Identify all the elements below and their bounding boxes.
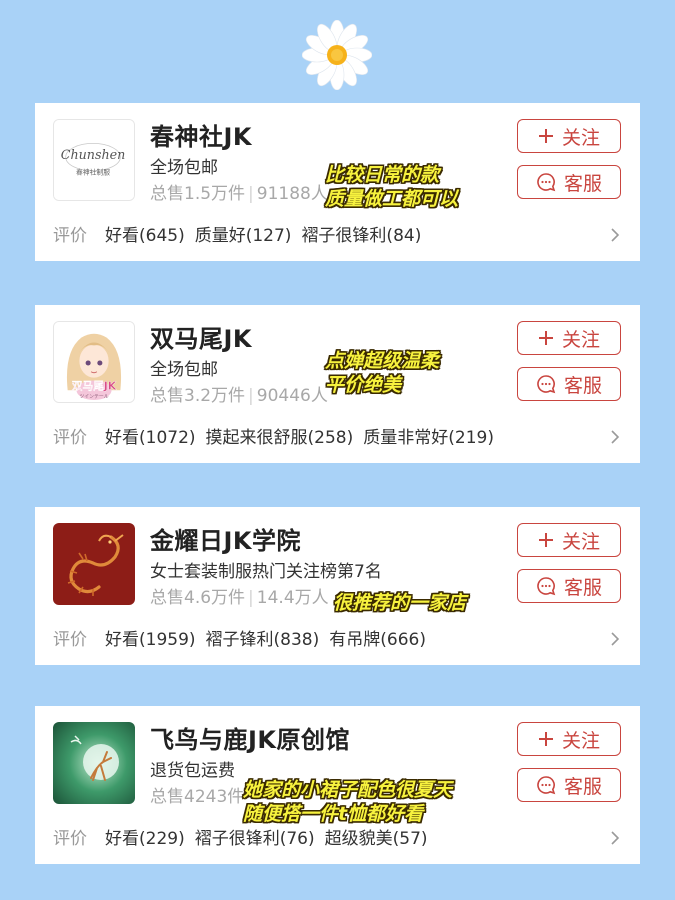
sales-count: 总售3.2万件 [150,386,246,406]
customer-service-button[interactable]: 客服 [517,367,621,401]
service-label: 客服 [563,775,602,798]
review-tag: 好看(645) [105,226,185,246]
follow-button[interactable]: 关注 [517,523,621,557]
follow-label: 关注 [561,126,600,149]
review-tag: 质量好(127) [194,226,292,246]
service-label: 客服 [563,172,602,195]
review-tags[interactable]: 评价 好看(229) 褶子很锋利(76) 超级貌美(57) [53,824,620,849]
shop-logo[interactable] [53,722,135,804]
shop-subtitle: 女士套装制服热门关注榜第7名 [150,562,382,582]
review-tag: 质量非常好(219) [363,428,494,448]
review-tag: 褶子很锋利(84) [301,226,422,246]
review-tags[interactable]: 评价 好看(645) 质量好(127) 褶子很锋利(84) [53,221,620,246]
sales-count: 总售4.6万件 [150,588,246,608]
follow-label: 关注 [561,328,600,351]
shop-card[interactable]: Chunshen 春神社制服 春神社JK 全场包邮 总售1.5万件 | 91188人… [35,103,640,261]
shop-logo[interactable]: Chunshen 春神社制服 [53,119,135,201]
daisy-icon [301,19,373,91]
logo-text-sub: ツインテール [79,394,108,400]
plus-icon [538,532,554,548]
logo-text-main: Chunshen [61,147,126,162]
fans-count: 91188人 [256,184,328,204]
review-tag: 有吊牌(666) [329,630,426,650]
shop-stats: 总售1.5万件 | 91188人 [150,184,328,204]
follow-button[interactable]: 关注 [517,119,621,153]
plus-icon [538,128,554,144]
chat-bubble-icon [536,576,556,596]
shop-name[interactable]: 春神社JK [150,117,252,152]
review-label: 评价 [53,829,87,849]
follow-button[interactable]: 关注 [517,321,621,355]
shop-subtitle: 全场包邮 [150,158,218,178]
chevron-right-icon[interactable] [610,429,620,445]
shop-logo[interactable]: 双马尾JK ツインテール [53,321,135,403]
customer-service-button[interactable]: 客服 [517,768,621,802]
chevron-right-icon[interactable] [610,830,620,846]
shop-card[interactable]: 金耀日JK学院 女士套装制服热门关注榜第7名 总售4.6万件 | 14.4万人 关注… [35,507,640,665]
customer-service-button[interactable]: 客服 [517,569,621,603]
chevron-right-icon[interactable] [610,227,620,243]
review-tags[interactable]: 评价 好看(1072) 摸起来很舒服(258) 质量非常好(219) [53,423,620,448]
annotation-note: 比较日常的款 质量做工都可以 [325,164,459,210]
plus-icon [538,330,554,346]
review-tag: 褶子很锋利(76) [194,829,315,849]
follow-label: 关注 [561,729,600,752]
review-tag: 好看(1072) [105,428,196,448]
review-tag: 超级貌美(57) [324,829,428,849]
review-tags[interactable]: 评价 好看(1959) 褶子锋利(838) 有吊牌(666) [53,625,620,650]
fans-count: 90446人 [256,386,328,406]
review-tag: 好看(229) [105,829,185,849]
logo-text-main: 双马尾JK [71,379,117,392]
shop-subtitle: 全场包邮 [150,360,218,380]
chat-bubble-icon [536,775,556,795]
review-label: 评价 [53,226,87,246]
follow-label: 关注 [561,530,600,553]
review-label: 评价 [53,630,87,650]
shop-subtitle: 退货包运费 [150,761,235,781]
chevron-right-icon[interactable] [610,631,620,647]
shop-name[interactable]: 双马尾JK [150,319,252,354]
chat-bubble-icon [536,172,556,192]
shop-name[interactable]: 飞鸟与鹿JK原创馆 [150,720,350,755]
sales-count: 总售1.5万件 [150,184,246,204]
review-tag: 褶子锋利(838) [205,630,320,650]
shop-stats: 总售4.6万件 | 14.4万人 [150,588,329,608]
service-label: 客服 [563,374,602,397]
sales-count: 总售4243件 [150,787,245,807]
review-tag: 好看(1959) [105,630,196,650]
shop-name[interactable]: 金耀日JK学院 [150,521,301,556]
annotation-note: 很推荐的一家店 [333,592,467,614]
chat-bubble-icon [536,374,556,394]
annotation-note: 点婵超级温柔 平价绝美 [325,350,440,396]
service-label: 客服 [563,576,602,599]
shop-stats: 总售3.2万件 | 90446人 [150,386,328,406]
plus-icon [538,731,554,747]
shop-card[interactable]: 双马尾JK ツインテール 双马尾JK 全场包邮 总售3.2万件 | 90446人 关… [35,305,640,463]
shop-card[interactable]: 飞鸟与鹿JK原创馆 退货包运费 总售4243件 关注 客服 评价 好看(229) 褶… [35,706,640,864]
customer-service-button[interactable]: 客服 [517,165,621,199]
fans-count: 14.4万人 [256,588,329,608]
shop-logo[interactable] [53,523,135,605]
shop-stats: 总售4243件 [150,782,244,807]
review-label: 评价 [53,428,87,448]
annotation-note: 她家的小裙子配色很夏天 随便搭一件t恤都好看 [243,779,453,825]
logo-text-sub: 春神社制服 [76,168,110,177]
follow-button[interactable]: 关注 [517,722,621,756]
review-tag: 摸起来很舒服(258) [205,428,354,448]
